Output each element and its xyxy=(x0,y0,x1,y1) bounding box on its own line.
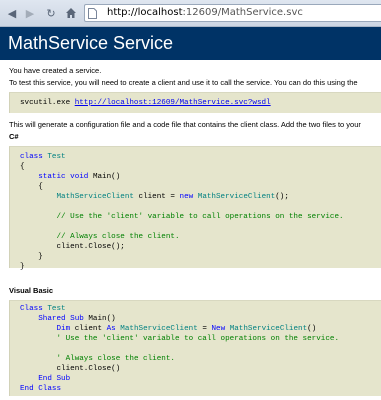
home-icon[interactable] xyxy=(63,5,79,21)
vb-code-text: Class Test Shared Sub Main() Dim client … xyxy=(20,305,340,393)
url-host: http://localhost xyxy=(107,7,183,18)
page-icon xyxy=(88,8,97,19)
wsdl-link[interactable]: http://localhost:12609/MathService.svc?w… xyxy=(75,99,271,107)
reload-icon[interactable]: ↻ xyxy=(43,5,59,21)
svcutil-command: svcutil.exe xyxy=(20,99,75,107)
csharp-code-block: class Test { static void Main() { MathSe… xyxy=(9,146,381,271)
generate-text: This will generate a configuration file … xyxy=(9,120,361,129)
forward-icon[interactable]: ▶ xyxy=(22,5,38,21)
page-title: MathService Service xyxy=(0,27,381,60)
address-bar[interactable]: http://localhost:12609/MathService.svc xyxy=(84,4,381,22)
svcutil-box: svcutil.exe http://localhost:12609/MathS… xyxy=(9,92,381,113)
browser-toolbar: ◀ ▶ ↻ http://localhost:12609/MathService… xyxy=(0,0,381,27)
instructions-text: To test this service, you will need to c… xyxy=(9,78,358,87)
url-path: :12609/MathService.svc xyxy=(182,7,303,18)
created-text: You have created a service. xyxy=(9,66,102,75)
csharp-header: C# xyxy=(9,132,19,141)
vb-code-block: Class Test Shared Sub Main() Dim client … xyxy=(9,300,381,396)
csharp-code-text: class Test { static void Main() { MathSe… xyxy=(20,153,344,271)
vb-header: Visual Basic xyxy=(9,286,54,295)
back-icon[interactable]: ◀ xyxy=(4,5,20,21)
